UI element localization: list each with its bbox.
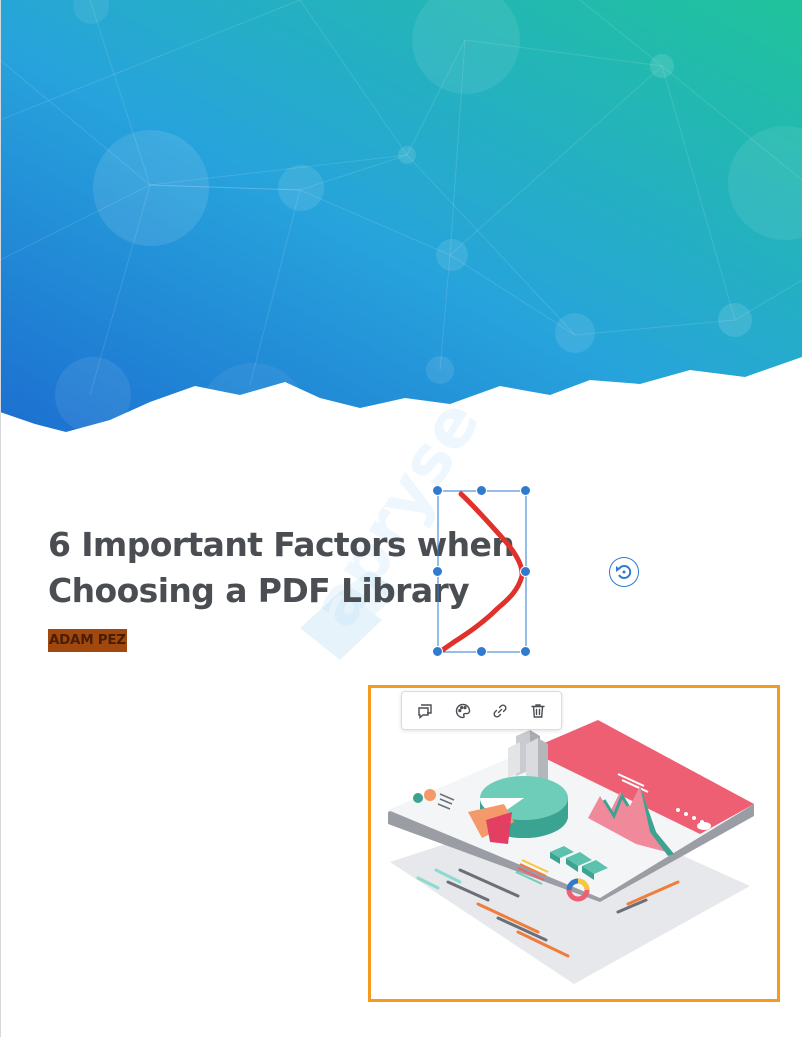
delete-button[interactable] <box>523 696 553 726</box>
dashboard-illustration[interactable] <box>378 694 774 994</box>
resize-handle-top-left[interactable] <box>432 485 443 496</box>
ink-annotation[interactable] <box>430 484 534 660</box>
resize-handle-middle-right[interactable] <box>520 566 531 577</box>
rotate-icon <box>616 565 632 579</box>
rotate-handle-button[interactable] <box>609 557 639 587</box>
link-button[interactable] <box>485 696 515 726</box>
resize-handle-top-center[interactable] <box>476 485 487 496</box>
link-icon <box>493 703 507 718</box>
author-name: ADAM PEZ <box>48 629 127 652</box>
resize-handle-middle-left[interactable] <box>432 566 443 577</box>
page-border <box>0 0 1 1037</box>
ink-stroke[interactable] <box>437 491 525 655</box>
comment-button[interactable] <box>410 696 440 726</box>
palette-icon <box>455 703 470 718</box>
annotation-toolbar <box>401 691 562 730</box>
trash-icon <box>531 703 545 718</box>
style-button[interactable] <box>448 696 478 726</box>
resize-handle-bottom-center[interactable] <box>476 646 487 657</box>
resize-handle-bottom-left[interactable] <box>432 646 443 657</box>
author-highlight[interactable]: ADAM PEZ <box>48 629 127 652</box>
pdf-page: apryse 6 Important Factors when Choosing … <box>0 0 802 1037</box>
comment-icon <box>418 703 432 719</box>
resize-handle-top-right[interactable] <box>520 485 531 496</box>
resize-handle-bottom-right[interactable] <box>520 646 531 657</box>
